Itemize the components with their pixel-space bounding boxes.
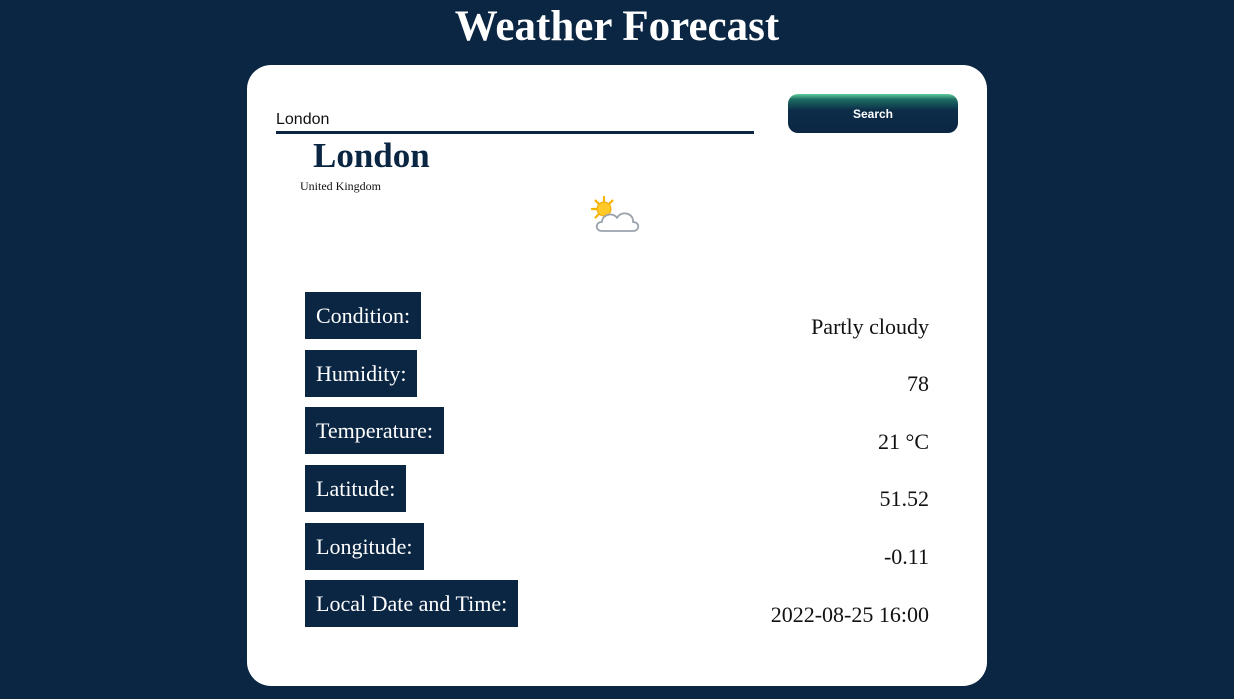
search-input[interactable] [276, 109, 754, 134]
latitude-label: Latitude: [305, 465, 407, 512]
humidity-value: 78 [907, 371, 929, 396]
search-button[interactable]: Search [788, 94, 958, 133]
latitude-value: 51.52 [879, 486, 930, 511]
partly-cloudy-icon [590, 195, 640, 232]
datetime-value: 2022-08-25 16:00 [770, 602, 929, 627]
longitude-label: Longitude: [305, 523, 424, 570]
condition-label: Condition: [305, 292, 422, 339]
humidity-label: Humidity: [305, 350, 418, 397]
temperature-value: 21 °C [878, 429, 929, 454]
condition-value: Partly cloudy [811, 314, 929, 339]
country-name: United Kingdom [300, 179, 381, 193]
city-name: London [313, 136, 430, 175]
page-title: Weather Forecast [454, 3, 780, 50]
weather-card: Search London United Kingdom Condition: … [247, 65, 987, 686]
datetime-label: Local Date and Time: [305, 580, 519, 627]
temperature-label: Temperature: [305, 407, 444, 454]
longitude-value: -0.11 [883, 544, 929, 569]
